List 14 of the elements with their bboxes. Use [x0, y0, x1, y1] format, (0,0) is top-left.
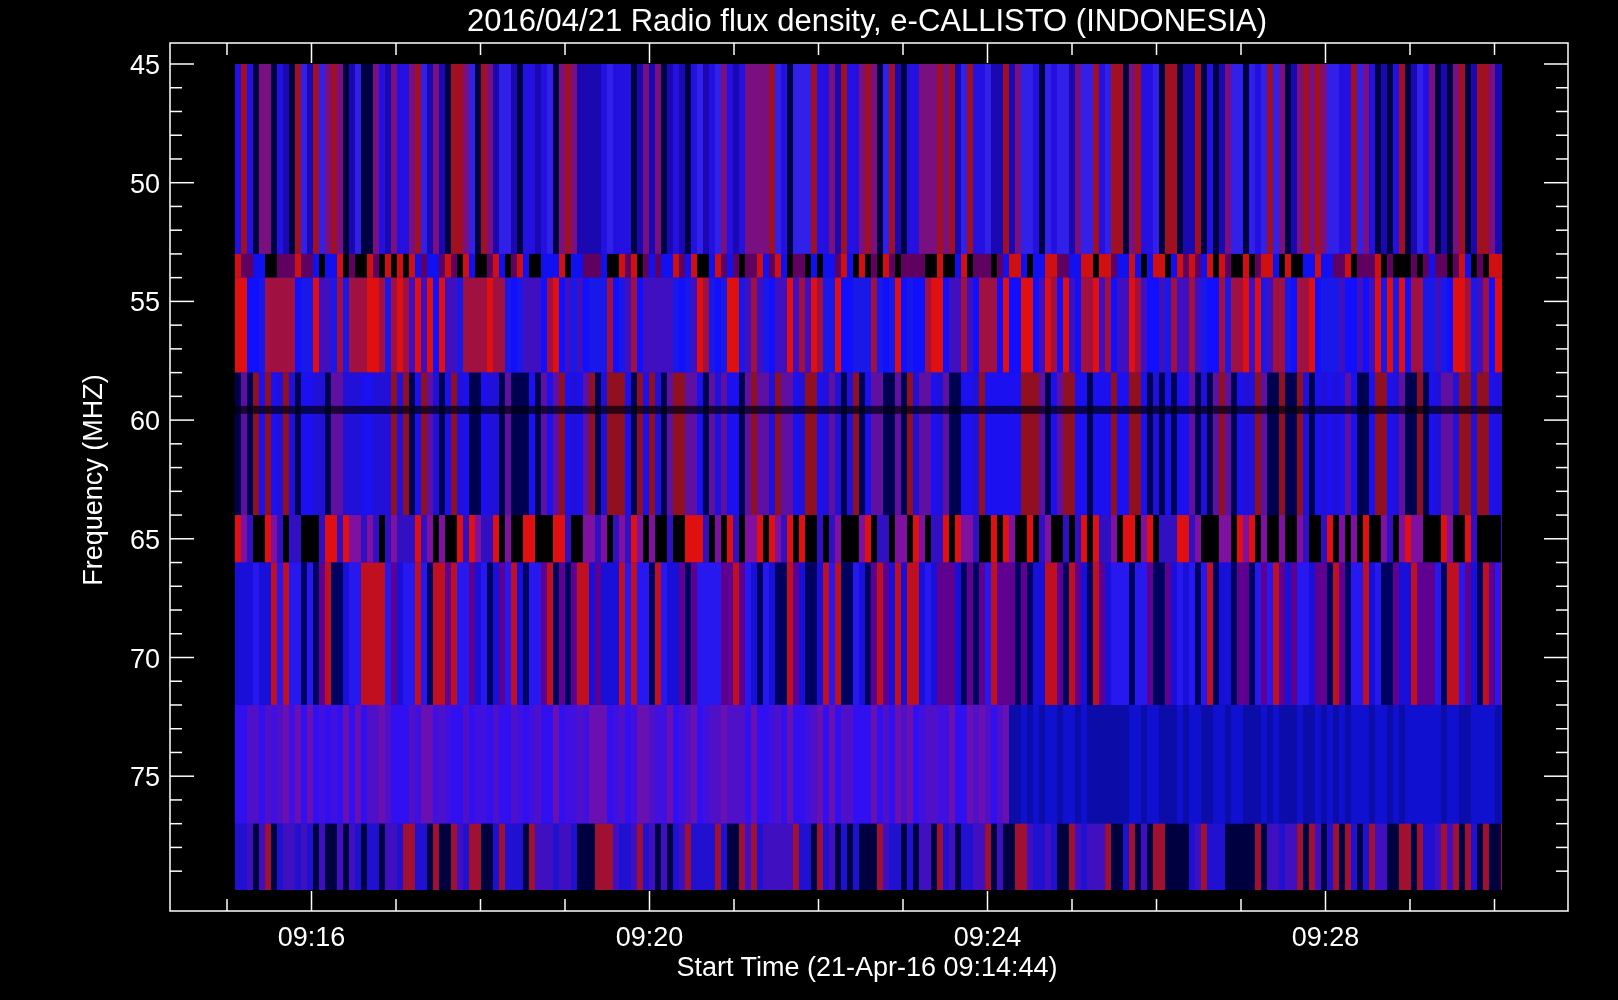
x-tick-label: 09:16 [277, 922, 346, 952]
y-tick-label: 45 [129, 50, 160, 80]
y-tick-label: 65 [129, 524, 160, 555]
x-tick-label: 09:20 [615, 922, 684, 952]
x-tick-label: 09:28 [1291, 922, 1360, 952]
y-tick-label: 70 [129, 643, 160, 674]
y-axis-label: Frequency (MHZ) [78, 374, 108, 586]
x-tick-label: 09:24 [953, 922, 1022, 952]
y-tick-label: 60 [129, 406, 160, 437]
y-tick-label: 50 [129, 168, 160, 199]
y-tick-label: 75 [129, 762, 160, 793]
chart-title: 2016/04/21 Radio flux density, e-CALLISTO (INDONESIA) [466, 3, 1268, 38]
y-tick-label: 55 [129, 287, 160, 318]
x-axis-label: Start Time (21-Apr-16 09:14:44) [676, 952, 1058, 982]
